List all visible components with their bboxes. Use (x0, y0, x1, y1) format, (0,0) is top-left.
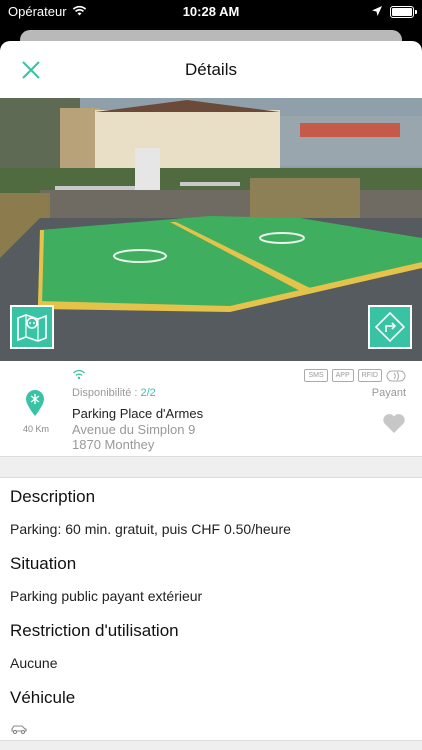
restriction-text: Aucune (10, 655, 58, 671)
availability: Disponibilité : 2/2 (72, 387, 156, 399)
station-name: Parking Place d'Armes (72, 406, 204, 421)
station-info[interactable]: 40 Km Disponibilité : 2/2 Parking Place … (0, 361, 422, 457)
station-photo (0, 98, 422, 361)
connectivity-icon (73, 369, 85, 379)
details-content: Description Parking: 60 min. gratuit, pu… (0, 480, 422, 744)
battery-icon (390, 5, 417, 18)
close-button[interactable] (18, 57, 44, 83)
car-icon (11, 725, 27, 735)
access-badges: SMS APP RFID (304, 369, 406, 382)
sms-badge: SMS (304, 369, 328, 382)
address-line-1: Avenue du Simplon 9 (72, 422, 196, 437)
charging-station-pin-icon (26, 390, 44, 416)
rfid-badge: RFID (357, 369, 382, 382)
pricing-label: Payant (371, 387, 406, 399)
availability-label: Disponibilité : (72, 387, 138, 399)
details-sheet: Détails 40 Km Disponibilité: 2/2 Parkin… (0, 41, 422, 750)
directions-button[interactable] (368, 305, 412, 349)
description-title: Description (10, 487, 96, 506)
status-bar: Opérateur 10:28 AM (0, 0, 422, 24)
directions-icon (374, 311, 406, 343)
situation-title: Situation (10, 554, 77, 573)
contactless-icon (386, 370, 406, 381)
map-button[interactable] (10, 305, 54, 349)
description-text: Parking: 60 min. gratuit, puis CHF 0.50/… (10, 521, 291, 537)
availability-value: 2/2 (140, 387, 156, 399)
location-arrow-icon (372, 4, 382, 19)
vehicle-title: Véhicule (10, 688, 76, 707)
map-plug-icon (17, 314, 47, 342)
bottom-divider (0, 740, 422, 750)
distance-label: 40 Km (22, 424, 49, 434)
restriction-title: Restriction d'utilisation (10, 621, 179, 640)
favorite-heart-icon[interactable] (382, 413, 406, 434)
parking-photo-image (0, 98, 422, 361)
station-address: Avenue du Simplon 9 1870 Monthey (72, 422, 195, 452)
nav-bar: Détails (0, 41, 422, 98)
page-title: Détails (185, 59, 237, 79)
status-right (372, 4, 417, 19)
situation-text: Parking public payant extérieur (10, 588, 203, 604)
section-divider (0, 457, 422, 478)
app-badge: APP (331, 369, 354, 382)
address-line-2: 1870 Monthey (72, 437, 155, 452)
close-icon (22, 61, 40, 79)
status-time: 10:28 AM (182, 4, 240, 19)
